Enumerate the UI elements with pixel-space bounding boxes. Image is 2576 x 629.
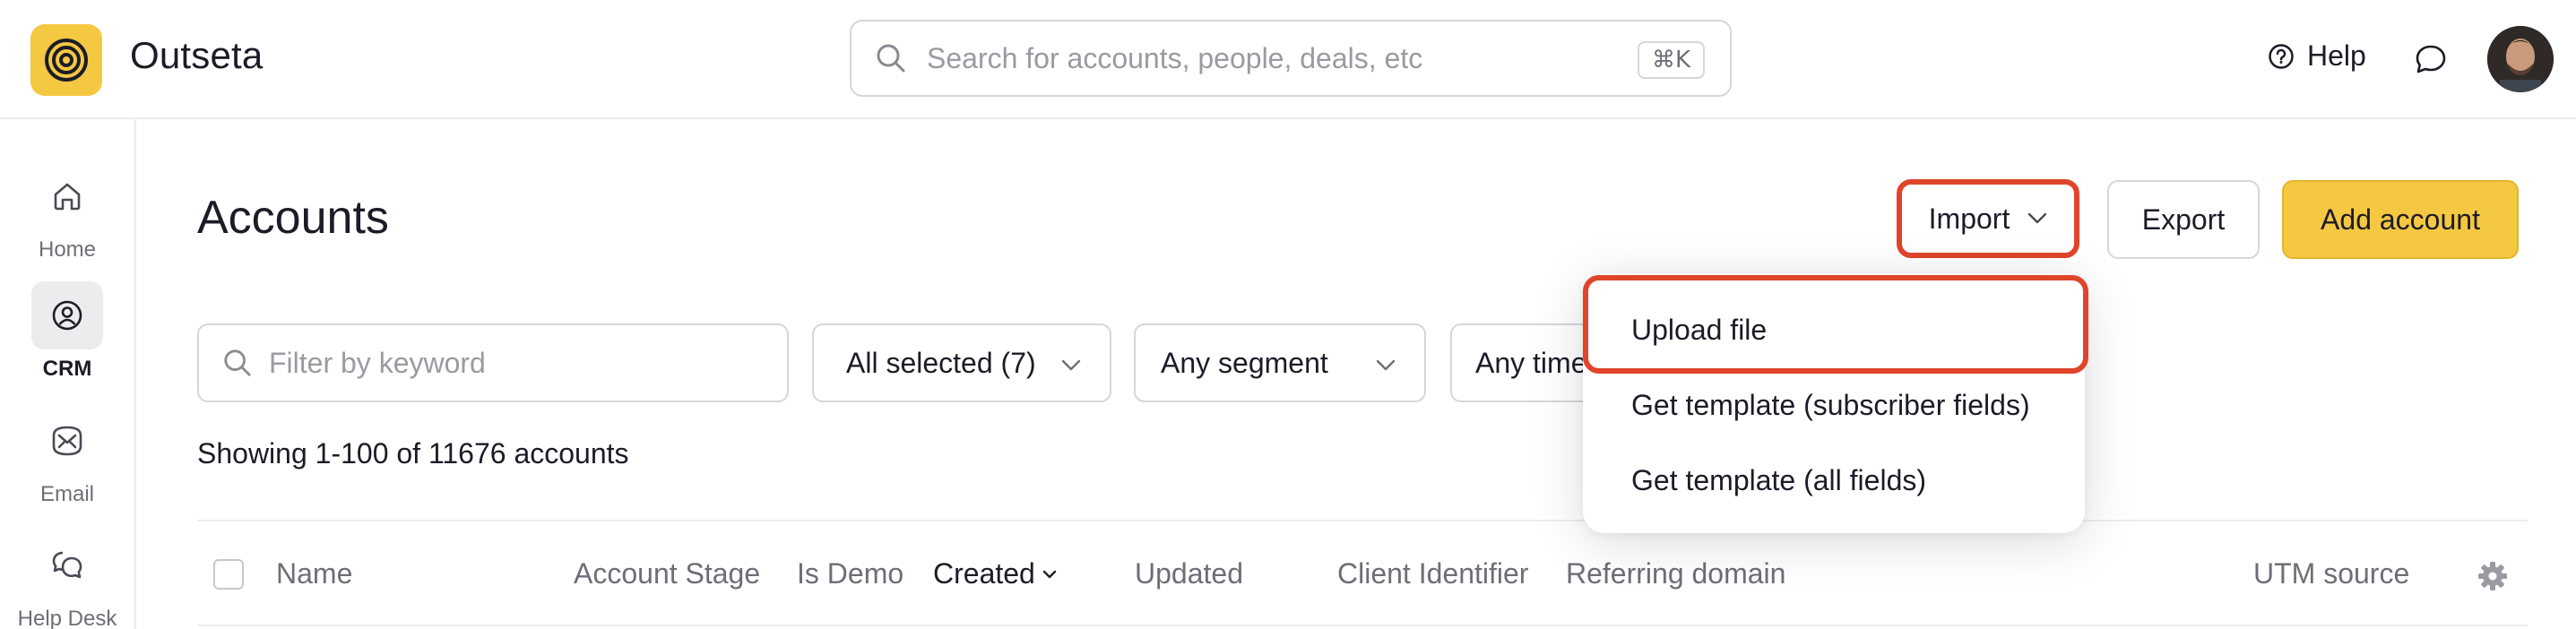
sidebar-item-label: Email bbox=[39, 482, 94, 506]
stage-filter-select[interactable]: All selected (7) bbox=[812, 323, 1111, 402]
add-account-button[interactable]: Add account bbox=[2282, 180, 2519, 259]
help-desk-icon bbox=[52, 551, 82, 579]
help-circle-icon bbox=[2269, 43, 2294, 69]
global-search-input[interactable]: Search for accounts, people, deals, etc … bbox=[850, 20, 1732, 97]
avatar-image bbox=[2487, 26, 2554, 92]
sidebar-item-email[interactable]: Email bbox=[0, 407, 134, 507]
stage-filter-value: All selected (7) bbox=[846, 346, 1036, 379]
chevron-down-icon bbox=[1061, 359, 1081, 371]
search-shortcut-badge: ⌘K bbox=[1637, 41, 1705, 79]
menu-item-template-subscriber-fields[interactable]: Get template (subscriber fields) bbox=[1631, 389, 2030, 422]
search-icon bbox=[224, 349, 251, 376]
search-icon bbox=[877, 44, 905, 73]
column-header-referring-domain[interactable]: Referring domain bbox=[1566, 557, 1785, 590]
crm-icon bbox=[52, 300, 82, 331]
gear-icon[interactable] bbox=[2477, 561, 2508, 591]
segment-filter-value: Any segment bbox=[1161, 346, 1328, 379]
sidebar-item-help-desk[interactable]: Help Desk bbox=[0, 531, 134, 629]
home-icon bbox=[54, 183, 81, 211]
sidebar-item-crm[interactable]: CRM bbox=[0, 281, 134, 382]
email-icon bbox=[52, 426, 82, 456]
column-header-created[interactable]: Created bbox=[933, 557, 1057, 590]
export-button[interactable]: Export bbox=[2107, 180, 2260, 259]
help-button[interactable]: Help bbox=[2268, 39, 2366, 73]
page-title: Accounts bbox=[197, 192, 389, 244]
results-count: Showing 1-100 of 11676 accounts bbox=[197, 437, 629, 470]
chevron-down-icon bbox=[2028, 212, 2047, 224]
select-all-checkbox[interactable] bbox=[213, 559, 244, 590]
search-placeholder: Search for accounts, people, deals, etc bbox=[927, 41, 1423, 74]
upload-file-highlight bbox=[1583, 275, 2088, 374]
sidebar: Home CRM Email Help Desk bbox=[0, 119, 136, 629]
column-header-name[interactable]: Name bbox=[276, 557, 352, 590]
sidebar-item-label: CRM bbox=[42, 357, 92, 381]
sidebar-item-label: Help Desk bbox=[17, 607, 117, 629]
segment-filter-select[interactable]: Any segment bbox=[1134, 323, 1426, 402]
top-bar: Outseta Search for accounts, people, dea… bbox=[0, 0, 2576, 119]
import-label: Import bbox=[1928, 202, 2010, 235]
chevron-down-icon bbox=[1376, 359, 1396, 371]
import-button[interactable]: Import bbox=[1897, 179, 2079, 258]
column-header-client-identifier[interactable]: Client Identifier bbox=[1337, 557, 1528, 590]
sidebar-item-home[interactable]: Home bbox=[0, 162, 134, 263]
outseta-logo[interactable] bbox=[30, 24, 102, 96]
column-header-account-stage[interactable]: Account Stage bbox=[574, 557, 760, 590]
keyword-filter-input[interactable]: Filter by keyword bbox=[197, 323, 789, 402]
column-header-updated[interactable]: Updated bbox=[1135, 557, 1243, 590]
column-header-created-label: Created bbox=[933, 557, 1035, 590]
table-header: Name Account Stage Is Demo Created Updat… bbox=[197, 520, 2528, 627]
sidebar-item-label: Home bbox=[38, 237, 97, 262]
logo-icon bbox=[45, 39, 88, 82]
menu-item-template-all-fields[interactable]: Get template (all fields) bbox=[1631, 464, 1926, 497]
user-avatar[interactable] bbox=[2487, 26, 2554, 92]
keyword-filter-placeholder: Filter by keyword bbox=[269, 346, 486, 379]
chat-icon[interactable] bbox=[2413, 41, 2449, 77]
sort-descending-icon bbox=[1042, 570, 1057, 578]
column-header-utm-source[interactable]: UTM source bbox=[2253, 557, 2409, 590]
help-label: Help bbox=[2307, 39, 2366, 72]
column-header-is-demo[interactable]: Is Demo bbox=[797, 557, 903, 590]
time-filter-value: Any time bbox=[1475, 346, 1587, 379]
table-header-divider bbox=[197, 625, 2528, 626]
brand-name: Outseta bbox=[130, 34, 264, 76]
